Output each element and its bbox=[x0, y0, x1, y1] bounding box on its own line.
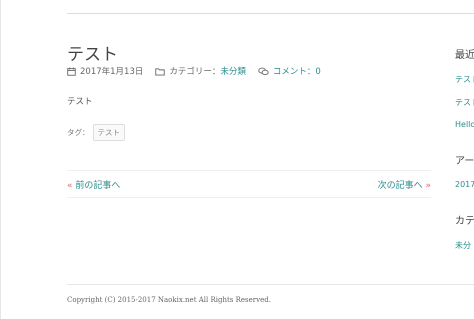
post-nav-divider-bottom bbox=[67, 197, 431, 198]
sidebar-heading-archive: アー bbox=[455, 156, 474, 167]
sidebar-heading-category: カテ bbox=[455, 216, 474, 227]
calendar-icon bbox=[67, 66, 76, 76]
category-link[interactable]: 未分類 bbox=[220, 65, 246, 77]
post-category: カテゴリー： 未分類 bbox=[155, 65, 246, 77]
post-date-text: 2017年1月13日 bbox=[80, 67, 144, 77]
footer-copyright: Copyright (C) 2015-2017 Naokix.net All R… bbox=[67, 296, 271, 304]
tags-label: タグ： bbox=[67, 128, 90, 137]
header-divider bbox=[67, 13, 474, 14]
next-post-label: 次の記事へ bbox=[377, 181, 423, 191]
footer-divider bbox=[67, 284, 474, 285]
page-left-border bbox=[0, 0, 1, 319]
post-meta: 2017年1月13日 カテゴリー： 未分類 コメント：0 bbox=[67, 65, 321, 77]
next-arrow-icon: » bbox=[425, 181, 431, 191]
sidebar-category-item[interactable]: 未分 bbox=[455, 240, 471, 251]
post-tags: タグ： テスト bbox=[67, 124, 125, 141]
prev-arrow-icon: « bbox=[67, 181, 73, 191]
post-date: 2017年1月13日 bbox=[67, 65, 143, 77]
sidebar-recent-item[interactable]: テスト bbox=[455, 74, 474, 85]
sidebar-heading-recent: 最近 bbox=[455, 50, 474, 61]
post-comments: コメント：0 bbox=[258, 65, 321, 77]
comments-link[interactable]: コメント：0 bbox=[273, 65, 321, 77]
category-label: カテゴリー： bbox=[169, 67, 221, 77]
tag-chip[interactable]: テスト bbox=[92, 124, 125, 141]
next-post-link[interactable]: 次の記事へ » bbox=[378, 178, 431, 191]
post-title: テスト bbox=[67, 45, 118, 65]
comments-icon bbox=[258, 67, 269, 75]
sidebar-archive-item[interactable]: 2017 bbox=[455, 180, 474, 189]
post-content: テスト bbox=[67, 97, 93, 107]
prev-post-link[interactable]: « 前の記事へ bbox=[67, 178, 120, 191]
folder-icon bbox=[155, 67, 166, 76]
sidebar-recent-item[interactable]: テスト bbox=[455, 97, 474, 108]
post-nav-divider-top bbox=[67, 170, 431, 171]
sidebar-recent-item[interactable]: Hello bbox=[455, 120, 474, 129]
prev-post-label: 前の記事へ bbox=[75, 181, 121, 191]
